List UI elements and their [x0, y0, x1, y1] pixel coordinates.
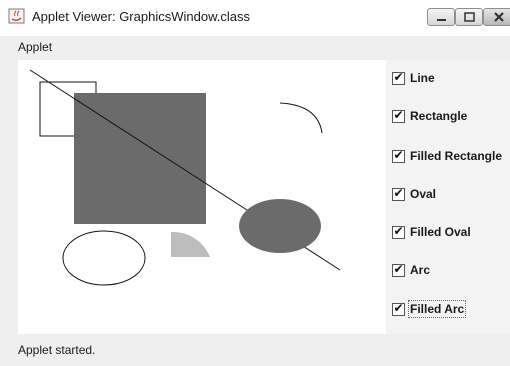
- checkmark-icon: ✔: [393, 262, 404, 276]
- close-button[interactable]: [483, 8, 510, 26]
- java-applet-icon[interactable]: [8, 7, 26, 25]
- minimize-button[interactable]: [427, 8, 455, 26]
- checkbox-label: Filled Rectangle: [410, 149, 503, 163]
- status-bar: Applet started.: [0, 336, 510, 366]
- menu-item-applet[interactable]: Applet: [18, 40, 52, 54]
- checkbox-label: Arc: [410, 263, 431, 277]
- graphics-canvas: [18, 60, 386, 334]
- checkmark-icon: ✔: [393, 70, 404, 84]
- checkbox-box[interactable]: ✔: [392, 108, 405, 123]
- window-title: Applet Viewer: GraphicsWindow.class: [32, 9, 250, 24]
- checkbox-box[interactable]: ✔: [392, 148, 405, 163]
- arc-shape: [279, 102, 323, 134]
- checkbox-label: Oval: [410, 187, 437, 201]
- checkmark-icon: ✔: [393, 224, 404, 238]
- title-bar[interactable]: Applet Viewer: GraphicsWindow.class: [0, 0, 510, 36]
- status-text: Applet started.: [18, 343, 96, 357]
- close-icon: [494, 12, 504, 22]
- maximize-button[interactable]: [455, 8, 483, 26]
- shape-checkbox-panel: ✔ Line ✔ Rectangle ✔ Filled Rectangle ✔ …: [386, 60, 510, 334]
- menu-bar: Applet: [0, 38, 510, 58]
- checkbox-box[interactable]: ✔: [392, 301, 405, 316]
- checkmark-icon: ✔: [393, 301, 404, 315]
- minimize-icon: [437, 19, 446, 21]
- checkbox-label: Filled Oval: [410, 225, 471, 239]
- checkbox-label: Line: [410, 71, 435, 85]
- filled-arc-shape: [171, 231, 210, 257]
- checkmark-icon: ✔: [393, 186, 404, 200]
- maximize-icon: [464, 12, 475, 22]
- checkbox-box[interactable]: ✔: [392, 186, 405, 201]
- checkbox-label: Rectangle: [410, 109, 468, 123]
- oval-shape: [62, 230, 146, 286]
- checkmark-icon: ✔: [393, 108, 404, 122]
- filled-oval-shape: [239, 199, 321, 253]
- checkbox-box[interactable]: ✔: [392, 224, 405, 239]
- checkbox-label: Filled Arc: [407, 300, 467, 318]
- checkmark-icon: ✔: [393, 148, 404, 162]
- applet-viewer-window: Applet Viewer: GraphicsWindow.class Appl…: [0, 0, 510, 366]
- checkbox-box[interactable]: ✔: [392, 262, 405, 277]
- drawing-surface: [29, 69, 341, 286]
- filled-rectangle-shape: [74, 93, 206, 224]
- checkbox-box[interactable]: ✔: [392, 70, 405, 85]
